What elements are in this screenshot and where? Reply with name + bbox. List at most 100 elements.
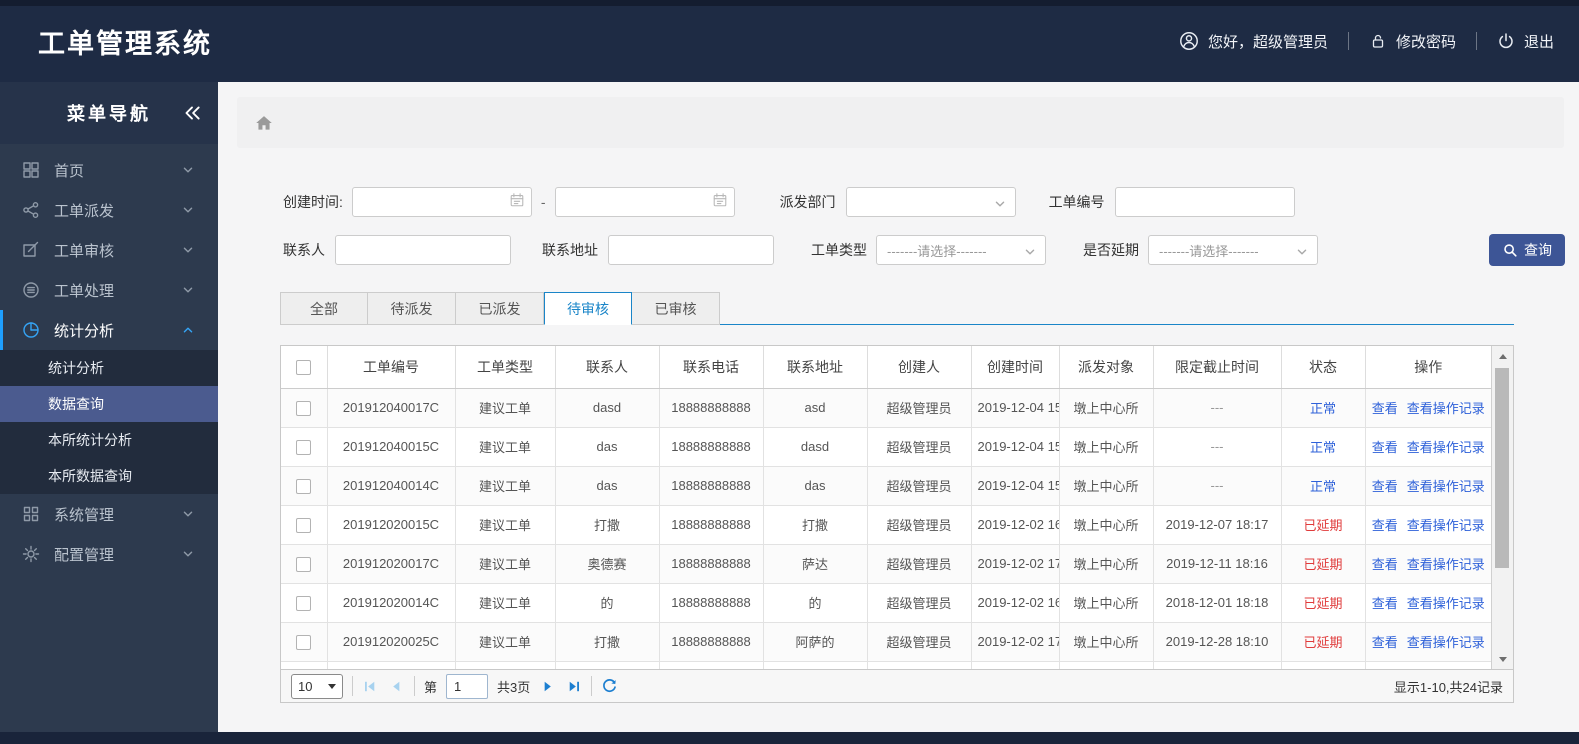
chevron-down-icon <box>992 196 1008 215</box>
row-checkbox[interactable] <box>296 400 312 416</box>
page-prefix-label: 第 <box>424 679 438 695</box>
delay-label: 是否延期 <box>1083 242 1139 258</box>
sidebar-collapse-icon[interactable] <box>182 103 202 123</box>
user-icon <box>1179 31 1199 51</box>
row-checkbox[interactable] <box>296 556 312 572</box>
view-log-link[interactable]: 查看操作记录 <box>1407 596 1485 611</box>
sidebar-item-home[interactable]: 首页 <box>0 150 218 190</box>
power-icon <box>1497 32 1515 50</box>
table-header-row: 工单编号 工单类型 联系人 联系电话 联系地址 创建人 创建时间 派发对象 限定截止时间 状态 操作 <box>281 346 1491 389</box>
next-page-icon[interactable] <box>539 678 556 695</box>
status-badge: 正常 <box>1281 388 1366 428</box>
stack-icon <box>22 281 42 299</box>
logout-button[interactable]: 退出 <box>1497 31 1554 52</box>
delay-select[interactable]: -------请选择------- <box>1148 235 1318 265</box>
view-link[interactable]: 查看 <box>1372 635 1398 650</box>
view-link[interactable]: 查看 <box>1372 596 1398 611</box>
order-type-label: 工单类型 <box>811 242 867 258</box>
view-log-link[interactable]: 查看操作记录 <box>1407 518 1485 533</box>
view-link[interactable]: 查看 <box>1372 479 1398 494</box>
row-checkbox[interactable] <box>296 439 312 455</box>
sidebar-subitem-stats-analysis-sub[interactable]: 统计分析 <box>0 350 218 386</box>
sidebar-subitem-branch-data-query[interactable]: 本所数据查询 <box>0 458 218 494</box>
sidebar: 菜单导航 首页 工单派发 工单审核 工单处理 统计分析 统计分析 数据查询 本所统计分析 本所数… <box>0 82 218 732</box>
view-log-link[interactable]: 查看操作记录 <box>1407 440 1485 455</box>
table-row: 201912040014C 建议工单 das 18888888888 das 超级管理员 2… <box>281 466 1491 506</box>
filter-row-2: 联系人 联系地址 工单类型 -------请选择------- 是否延期 ---… <box>283 234 1579 266</box>
pagination-bar: 10 第 共3页 显示1-10,共24记录 <box>280 670 1514 703</box>
column-header: 联系电话 <box>659 346 764 389</box>
tab-dispatched[interactable]: 已派发 <box>456 292 544 325</box>
status-badge: 正常 <box>1281 427 1366 467</box>
calendar-icon[interactable] <box>509 192 525 208</box>
share-icon <box>22 201 42 219</box>
view-log-link[interactable]: 查看操作记录 <box>1407 401 1485 416</box>
pager-divider <box>591 676 593 696</box>
row-checkbox[interactable] <box>296 634 312 650</box>
scrollbar-thumb[interactable] <box>1495 368 1509 568</box>
create-time-end-input[interactable] <box>554 187 735 217</box>
view-log-link[interactable]: 查看操作记录 <box>1407 557 1485 572</box>
scroll-up-icon[interactable] <box>1492 348 1513 364</box>
previous-page-icon[interactable] <box>388 678 405 695</box>
create-time-start-input[interactable] <box>351 187 532 217</box>
first-page-icon[interactable] <box>362 678 379 695</box>
sidebar-subitem-data-query[interactable]: 数据查询 <box>0 386 218 422</box>
address-label: 联系地址 <box>542 242 598 258</box>
sidebar-menu: 首页 工单派发 工单审核 工单处理 统计分析 统计分析 数据查询 本所统计分析 本所数据查询 系统… <box>0 144 218 574</box>
chevron-down-icon <box>1022 244 1038 263</box>
calendar-icon[interactable] <box>712 192 728 208</box>
home-icon[interactable] <box>254 113 274 133</box>
column-header: 状态 <box>1281 346 1366 389</box>
tab-pending-dispatch[interactable]: 待派发 <box>368 292 456 325</box>
status-badge: 已延期 <box>1281 505 1366 545</box>
sidebar-item-config-mgmt[interactable]: 配置管理 <box>0 534 218 574</box>
date-range-separator: - <box>540 194 546 210</box>
view-link[interactable]: 查看 <box>1372 518 1398 533</box>
table-scrollbar[interactable] <box>1491 346 1513 669</box>
scroll-down-icon[interactable] <box>1492 651 1513 667</box>
view-link[interactable]: 查看 <box>1372 557 1398 572</box>
page-size-select[interactable]: 10 <box>291 673 343 699</box>
sidebar-item-order-review[interactable]: 工单审核 <box>0 230 218 270</box>
select-all-checkbox[interactable] <box>296 360 312 376</box>
column-header: 工单编号 <box>327 346 456 389</box>
address-input[interactable] <box>608 235 774 265</box>
page-number-input[interactable] <box>446 673 489 699</box>
refresh-icon[interactable] <box>601 678 618 695</box>
tab-pending-review[interactable]: 待审核 <box>544 292 632 325</box>
contact-input[interactable] <box>335 235 511 265</box>
gear-icon <box>22 545 42 563</box>
sidebar-item-order-process[interactable]: 工单处理 <box>0 270 218 310</box>
sidebar-item-stats-analysis[interactable]: 统计分析 <box>0 310 218 350</box>
search-button[interactable]: 查询 <box>1489 234 1565 266</box>
header-user-menu: 您好，超级管理员 修改密码 退出 <box>1179 0 1554 82</box>
view-link[interactable]: 查看 <box>1372 401 1398 416</box>
tab-all[interactable]: 全部 <box>280 292 368 325</box>
tab-reviewed[interactable]: 已审核 <box>632 292 720 325</box>
record-summary: 显示1-10,共24记录 <box>1393 679 1503 695</box>
view-log-link[interactable]: 查看操作记录 <box>1407 635 1485 650</box>
view-log-link[interactable]: 查看操作记录 <box>1407 479 1485 494</box>
row-checkbox[interactable] <box>296 478 312 494</box>
table-row: 201912020025C 建议工单 打撒 18888888888 阿萨的 超级管理员 20… <box>281 622 1491 662</box>
sidebar-item-system-mgmt[interactable]: 系统管理 <box>0 494 218 534</box>
chevron-down-icon <box>1294 244 1310 263</box>
table-row: 201912020017C 建议工单 奥德赛 18888888888 萨达 超级管理员 20… <box>281 544 1491 584</box>
last-page-icon[interactable] <box>565 678 582 695</box>
row-checkbox[interactable] <box>296 595 312 611</box>
sidebar-item-order-dispatch[interactable]: 工单派发 <box>0 190 218 230</box>
sidebar-subitem-branch-stats-analysis[interactable]: 本所统计分析 <box>0 422 218 458</box>
chevron-down-icon <box>180 202 196 218</box>
table-row: 201912040015C 建议工单 das 18888888888 dasd 超级管理员… <box>281 427 1491 467</box>
change-password-button[interactable]: 修改密码 <box>1369 31 1456 52</box>
view-link[interactable]: 查看 <box>1372 440 1398 455</box>
row-checkbox[interactable] <box>296 517 312 533</box>
dispatch-dept-select[interactable] <box>845 187 1016 217</box>
app-header: 工单管理系统 您好，超级管理员 修改密码 退出 <box>0 0 1579 82</box>
header-divider <box>1475 32 1477 50</box>
order-type-select[interactable]: -------请选择------- <box>876 235 1046 265</box>
work-order-table: 工单编号 工单类型 联系人 联系电话 联系地址 创建人 创建时间 派发对象 限定截止时间 状态 操作… <box>280 345 1514 670</box>
order-no-input[interactable] <box>1114 187 1295 217</box>
user-greeting[interactable]: 您好，超级管理员 <box>1179 31 1328 52</box>
